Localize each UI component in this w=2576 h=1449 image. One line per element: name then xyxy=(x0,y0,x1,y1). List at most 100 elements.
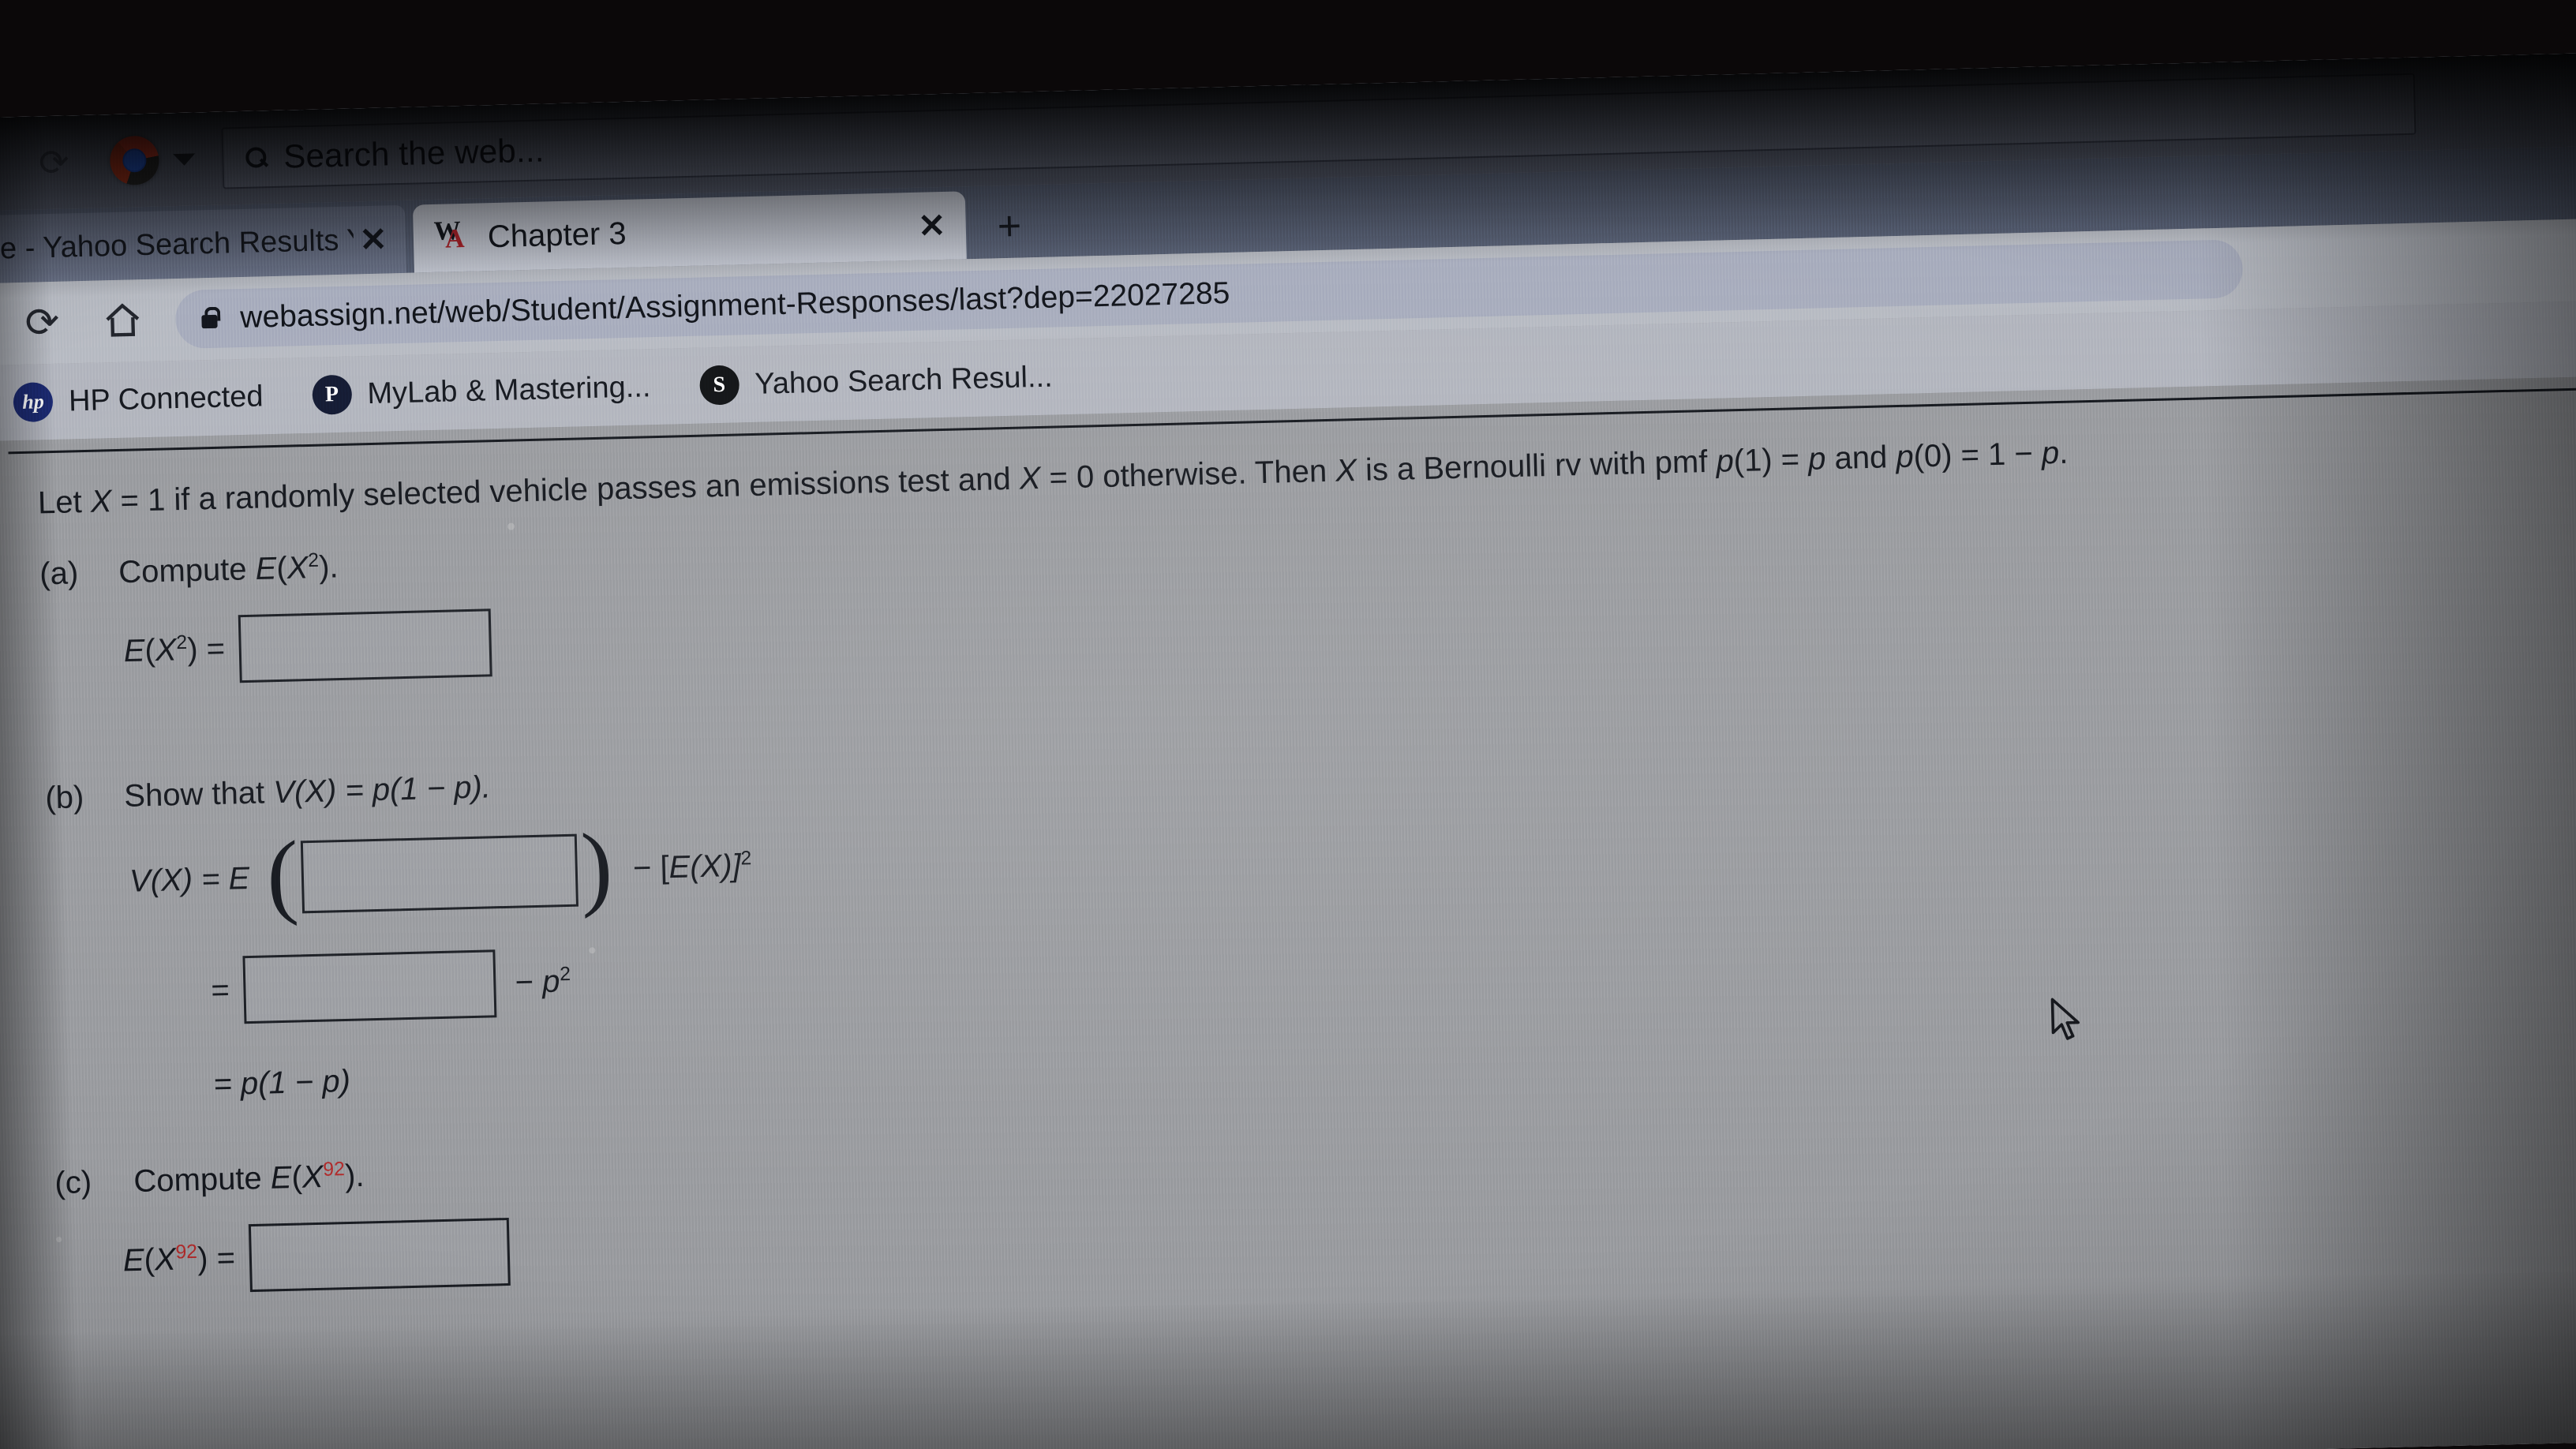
paren-open: ( xyxy=(144,1242,155,1279)
web-search-placeholder: Search the web... xyxy=(283,131,545,175)
equals-sign: = xyxy=(210,972,230,1008)
tab-close-icon[interactable]: ✕ xyxy=(353,220,393,258)
operator-V: V xyxy=(129,863,152,899)
part-b-line3-text: = p(1 − p) xyxy=(212,1063,351,1103)
variable-x: X xyxy=(154,1242,177,1278)
dust-speck xyxy=(56,1237,62,1243)
part-c-prompt: Compute E(X92). xyxy=(133,1158,365,1200)
tab-title: Chapter 3 xyxy=(487,215,627,254)
operator-E: E xyxy=(228,860,250,897)
operator-V: V xyxy=(272,774,295,811)
yahoo-favicon: S xyxy=(698,365,739,406)
part-c-answer-input[interactable] xyxy=(248,1217,511,1293)
operator-E: E xyxy=(270,1160,293,1196)
paren-close: ) = xyxy=(197,1241,236,1277)
screen-surface: ⟳ Search the web... oogle - Yahoo Search… xyxy=(0,51,2576,1449)
part-b-line2-rhs: − p2 xyxy=(515,964,571,1001)
mouse-cursor xyxy=(2049,997,2084,1043)
part-b-line1-rhs: − [E(X)]2 xyxy=(632,848,752,887)
problem-statement: Let X = 1 if a randomly selected vehicle… xyxy=(38,422,2576,521)
prompt-lead: Show that xyxy=(123,775,274,814)
statement-seg: = 1 if a randomly selected vehicle passe… xyxy=(110,461,1020,519)
part-b-prompt: Show that V(X) = p(1 − p). xyxy=(124,769,492,814)
variable-x: X xyxy=(1019,460,1041,496)
part-a-label: (a) xyxy=(39,556,79,592)
part-b-answer-input-1[interactable] xyxy=(301,833,579,914)
statement-seg: (0) = 1 − xyxy=(1913,436,2042,474)
paren-close: ). xyxy=(344,1158,365,1194)
operator-E: E xyxy=(668,849,691,886)
prompt-lead: Compute xyxy=(133,1160,271,1200)
hp-favicon: hp xyxy=(13,381,54,423)
tab-title: oogle - Yahoo Search Results Ya xyxy=(0,223,354,267)
reload-icon[interactable]: ⟳ xyxy=(19,300,66,346)
operator-E: E xyxy=(255,551,277,586)
statement-seg: (1) = xyxy=(1733,441,1809,479)
part-b-line1-lhs: V(X) = E xyxy=(129,860,249,899)
home-icon[interactable] xyxy=(99,298,146,344)
minus-sign: − xyxy=(515,964,543,1001)
randomized-exponent: 92 xyxy=(322,1159,346,1181)
prompt-lead: Compute xyxy=(118,552,256,590)
randomized-exponent: 92 xyxy=(175,1241,198,1264)
favicon-letter-a: A xyxy=(444,223,465,254)
part-a-answer-lhs: E(X2) = xyxy=(123,631,225,669)
part-c-label: (c) xyxy=(54,1165,92,1201)
part-b-answer-input-2[interactable] xyxy=(242,949,497,1024)
dust-speck xyxy=(507,522,515,530)
variable-x: X xyxy=(301,1159,324,1195)
search-icon xyxy=(244,145,268,170)
part-b-line-1: V(X) = E ( ) − [E(X)]2 xyxy=(129,814,753,927)
variable-p: p xyxy=(1715,444,1735,479)
variable-x: X xyxy=(1335,453,1357,489)
part-c-answer-lhs: E(X92) = xyxy=(122,1241,235,1279)
new-tab-button[interactable]: + xyxy=(997,203,1022,249)
lock-icon xyxy=(199,306,220,332)
lhs-rest: (X) = xyxy=(150,861,230,898)
paren-open: ( xyxy=(144,633,156,668)
paren-close: ) = xyxy=(186,631,226,668)
statement-seg: and xyxy=(1825,440,1896,477)
part-c-answer-line: E(X92) = xyxy=(122,1217,511,1295)
bookmark-item-hp-connected[interactable]: hp HP Connected xyxy=(13,376,264,423)
variable-p: p xyxy=(541,964,560,1000)
statement-seg: is a Bernoulli rv with pmf xyxy=(1356,444,1717,489)
part-b-label: (b) xyxy=(44,780,84,816)
bookmark-item-mylab-mastering[interactable]: P MyLab & Mastering... xyxy=(311,367,651,415)
exponent: 2 xyxy=(307,549,320,572)
monitor-photo: ⟳ Search the web... oogle - Yahoo Search… xyxy=(0,0,2576,1449)
dust-speck xyxy=(589,947,596,954)
part-b-line-2: = − p2 xyxy=(210,948,571,1024)
exponent: 2 xyxy=(175,632,188,654)
prompt-rest: (X) = p(1 − p). xyxy=(294,769,492,810)
statement-seg: Let xyxy=(37,484,92,521)
variable-p: p xyxy=(1895,439,1915,475)
webassign-favicon: W A xyxy=(433,216,470,256)
variable-x-bracket: (X)] xyxy=(689,848,742,885)
bookmark-label: MyLab & Mastering... xyxy=(366,369,651,410)
bookmark-label: Yahoo Search Resul... xyxy=(754,360,1054,401)
operator-E: E xyxy=(122,1243,145,1279)
minus-bracket: − [ xyxy=(632,850,670,886)
paren-close: ). xyxy=(318,549,339,585)
statement-seg: . xyxy=(2058,435,2069,470)
url-text: webassign.net/web/Student/Assignment-Res… xyxy=(239,275,1230,335)
variable-x: X xyxy=(155,632,178,668)
part-a-answer-line: E(X2) = xyxy=(123,608,493,686)
reload-icon[interactable]: ⟳ xyxy=(32,140,76,184)
statement-seg: = 0 otherwise. Then xyxy=(1039,453,1336,496)
part-a-prompt: Compute E(X2). xyxy=(118,549,339,590)
bookmark-item-yahoo-search[interactable]: S Yahoo Search Resul... xyxy=(698,358,1054,406)
chevron-down-icon[interactable] xyxy=(173,152,196,166)
part-a-answer-input[interactable] xyxy=(238,608,493,683)
part-b-line-3: = p(1 − p) xyxy=(213,1064,350,1103)
variable-p: p xyxy=(1807,441,1826,477)
variable-p: p xyxy=(2041,435,2060,471)
bookmark-label: HP Connected xyxy=(68,379,264,417)
exponent: 2 xyxy=(740,848,752,870)
variable-x: X xyxy=(90,484,113,519)
chrome-logo-icon[interactable] xyxy=(109,135,160,186)
webassign-question-page: Let X = 1 if a randomly selected vehicle… xyxy=(0,375,2576,1449)
tab-close-icon[interactable]: ✕ xyxy=(912,207,952,245)
exponent: 2 xyxy=(559,964,571,986)
